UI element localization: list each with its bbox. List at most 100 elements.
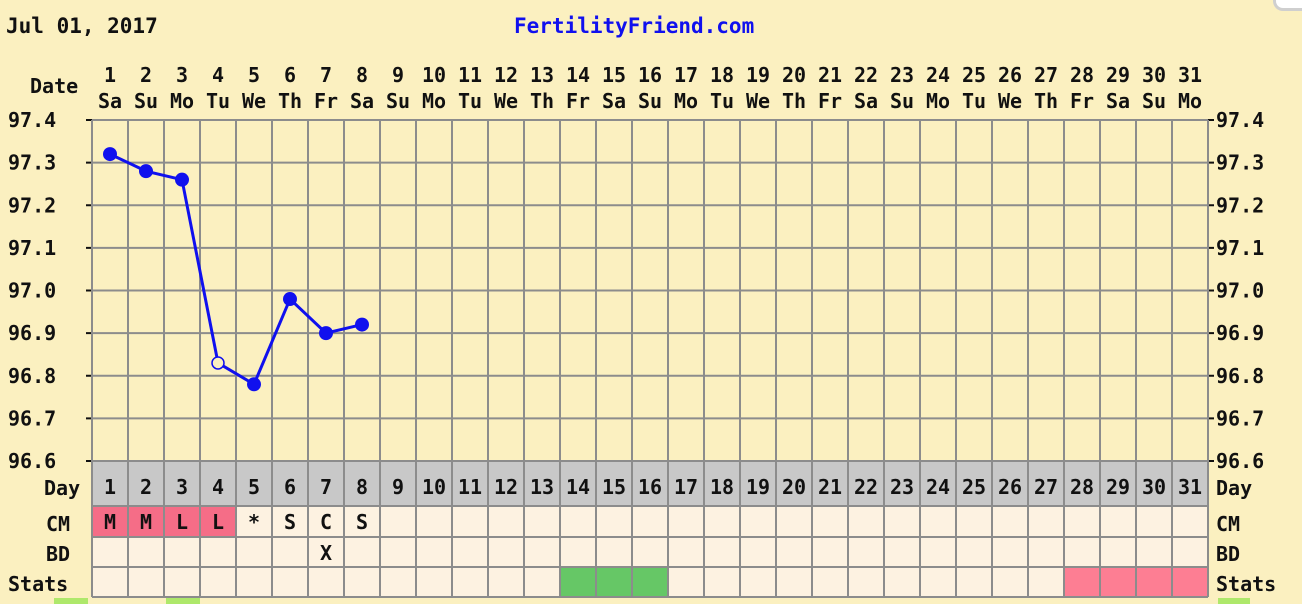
day-number-label: 7 (320, 475, 332, 499)
row-label-cm-right: CM (1216, 512, 1240, 536)
stats-green-cell (632, 567, 668, 597)
day-number-label: 24 (926, 475, 950, 499)
row-label-stats-right: Stats (1216, 572, 1276, 596)
row-label-bd-right: BD (1216, 542, 1240, 566)
day-number-label: 20 (782, 475, 806, 499)
date-number-label: 28 (1070, 63, 1094, 87)
day-number-label: 3 (176, 475, 188, 499)
y-tick-label-left: 97.3 (8, 151, 56, 175)
y-tick-label-right: 97.1 (1216, 236, 1264, 260)
date-number-label: 10 (422, 63, 446, 87)
day-number-label: 4 (212, 475, 224, 499)
date-number-label: 2 (140, 63, 152, 87)
day-number-label: 9 (392, 475, 404, 499)
date-number-label: 7 (320, 63, 332, 87)
date-number-label: 23 (890, 63, 914, 87)
day-number-label: 15 (602, 475, 626, 499)
weekday-label: We (494, 89, 518, 113)
date-number-label: 24 (926, 63, 950, 87)
date-number-label: 19 (746, 63, 770, 87)
cm-cell-text: M (140, 510, 152, 534)
day-number-label: 10 (422, 475, 446, 499)
day-number-label: 8 (356, 475, 368, 499)
stats-pink-cell (1064, 567, 1100, 597)
stats-green-cell (596, 567, 632, 597)
weekday-label: Sa (98, 89, 122, 113)
day-number-label: 11 (458, 475, 482, 499)
weekday-label: Su (1142, 89, 1166, 113)
row-label-day-right: Day (1216, 476, 1252, 500)
date-number-label: 12 (494, 63, 518, 87)
y-tick-label-left: 96.9 (8, 321, 56, 345)
date-number-label: 21 (818, 63, 842, 87)
date-number-label: 26 (998, 63, 1022, 87)
partial-row-indicator (166, 598, 200, 604)
day-number-label: 5 (248, 475, 260, 499)
weekday-label: Fr (818, 89, 842, 113)
bbt-chart: 97.4 97.4 97.3 97.3 97.2 97.2 97.1 97.1 97.0 97.0… (8, 63, 1276, 604)
weekday-label: Sa (350, 89, 374, 113)
y-tick-label-left: 97.4 (8, 108, 56, 132)
weekday-label: Sa (854, 89, 878, 113)
weekday-label: Mo (926, 89, 950, 113)
row-label-date: Date (30, 74, 78, 98)
date-number-label: 20 (782, 63, 806, 87)
weekday-label: Su (638, 89, 662, 113)
y-tick-label-right: 96.8 (1216, 364, 1264, 388)
y-tick-label-right: 97.3 (1216, 151, 1264, 175)
weekday-label: We (242, 89, 266, 113)
date-number-label: 14 (566, 63, 590, 87)
weekday-label: Fr (1070, 89, 1094, 113)
cm-cell-text: L (212, 510, 224, 534)
day-number-label: 31 (1178, 475, 1202, 499)
weekday-label: We (998, 89, 1022, 113)
weekday-label: Mo (1178, 89, 1202, 113)
day-number-label: 2 (140, 475, 152, 499)
weekday-label: Fr (314, 89, 338, 113)
day-number-label: 28 (1070, 475, 1094, 499)
weekday-label: Tu (710, 89, 734, 113)
cm-cell-text: S (356, 510, 368, 534)
temperature-point (103, 147, 117, 162)
weekday-label: Su (134, 89, 158, 113)
partial-row-indicator (1218, 598, 1250, 604)
cm-cell-text: L (176, 510, 188, 534)
weekday-label: Tu (206, 89, 230, 113)
day-number-label: 29 (1106, 475, 1130, 499)
date-number-label: 8 (356, 63, 368, 87)
temperature-point (247, 377, 261, 392)
y-tick-label-left: 97.2 (8, 193, 56, 217)
y-tick-label-left: 96.7 (8, 406, 56, 430)
weekday-label: Th (782, 89, 806, 113)
date-number-label: 13 (530, 63, 554, 87)
row-label-cm: CM (46, 512, 70, 536)
date-number-label: 16 (638, 63, 662, 87)
temperature-point (283, 292, 297, 307)
y-tick-label-right: 97.4 (1216, 108, 1264, 132)
weekday-label: Su (890, 89, 914, 113)
day-number-label: 26 (998, 475, 1022, 499)
weekday-label: Mo (422, 89, 446, 113)
stats-pink-cell (1172, 567, 1208, 597)
day-number-label: 25 (962, 475, 986, 499)
partial-row-indicator (54, 598, 88, 604)
date-number-label: 15 (602, 63, 626, 87)
cm-cell-text: C (320, 510, 332, 534)
day-number-label: 27 (1034, 475, 1058, 499)
day-number-label: 17 (674, 475, 698, 499)
temperature-point-open (211, 356, 225, 370)
day-number-label: 13 (530, 475, 554, 499)
day-number-label: 30 (1142, 475, 1166, 499)
row-label-stats: Stats (8, 572, 68, 596)
date-number-label: 3 (176, 63, 188, 87)
day-number-label: 16 (638, 475, 662, 499)
date-number-label: 29 (1106, 63, 1130, 87)
date-number-label: 9 (392, 63, 404, 87)
date-number-label: 22 (854, 63, 878, 87)
weekday-label: Tu (962, 89, 986, 113)
cm-cell-text: S (284, 510, 296, 534)
day-number-label: 21 (818, 475, 842, 499)
temperature-point (139, 164, 153, 179)
weekday-label: Mo (170, 89, 194, 113)
y-tick-label-left: 96.6 (8, 449, 56, 473)
